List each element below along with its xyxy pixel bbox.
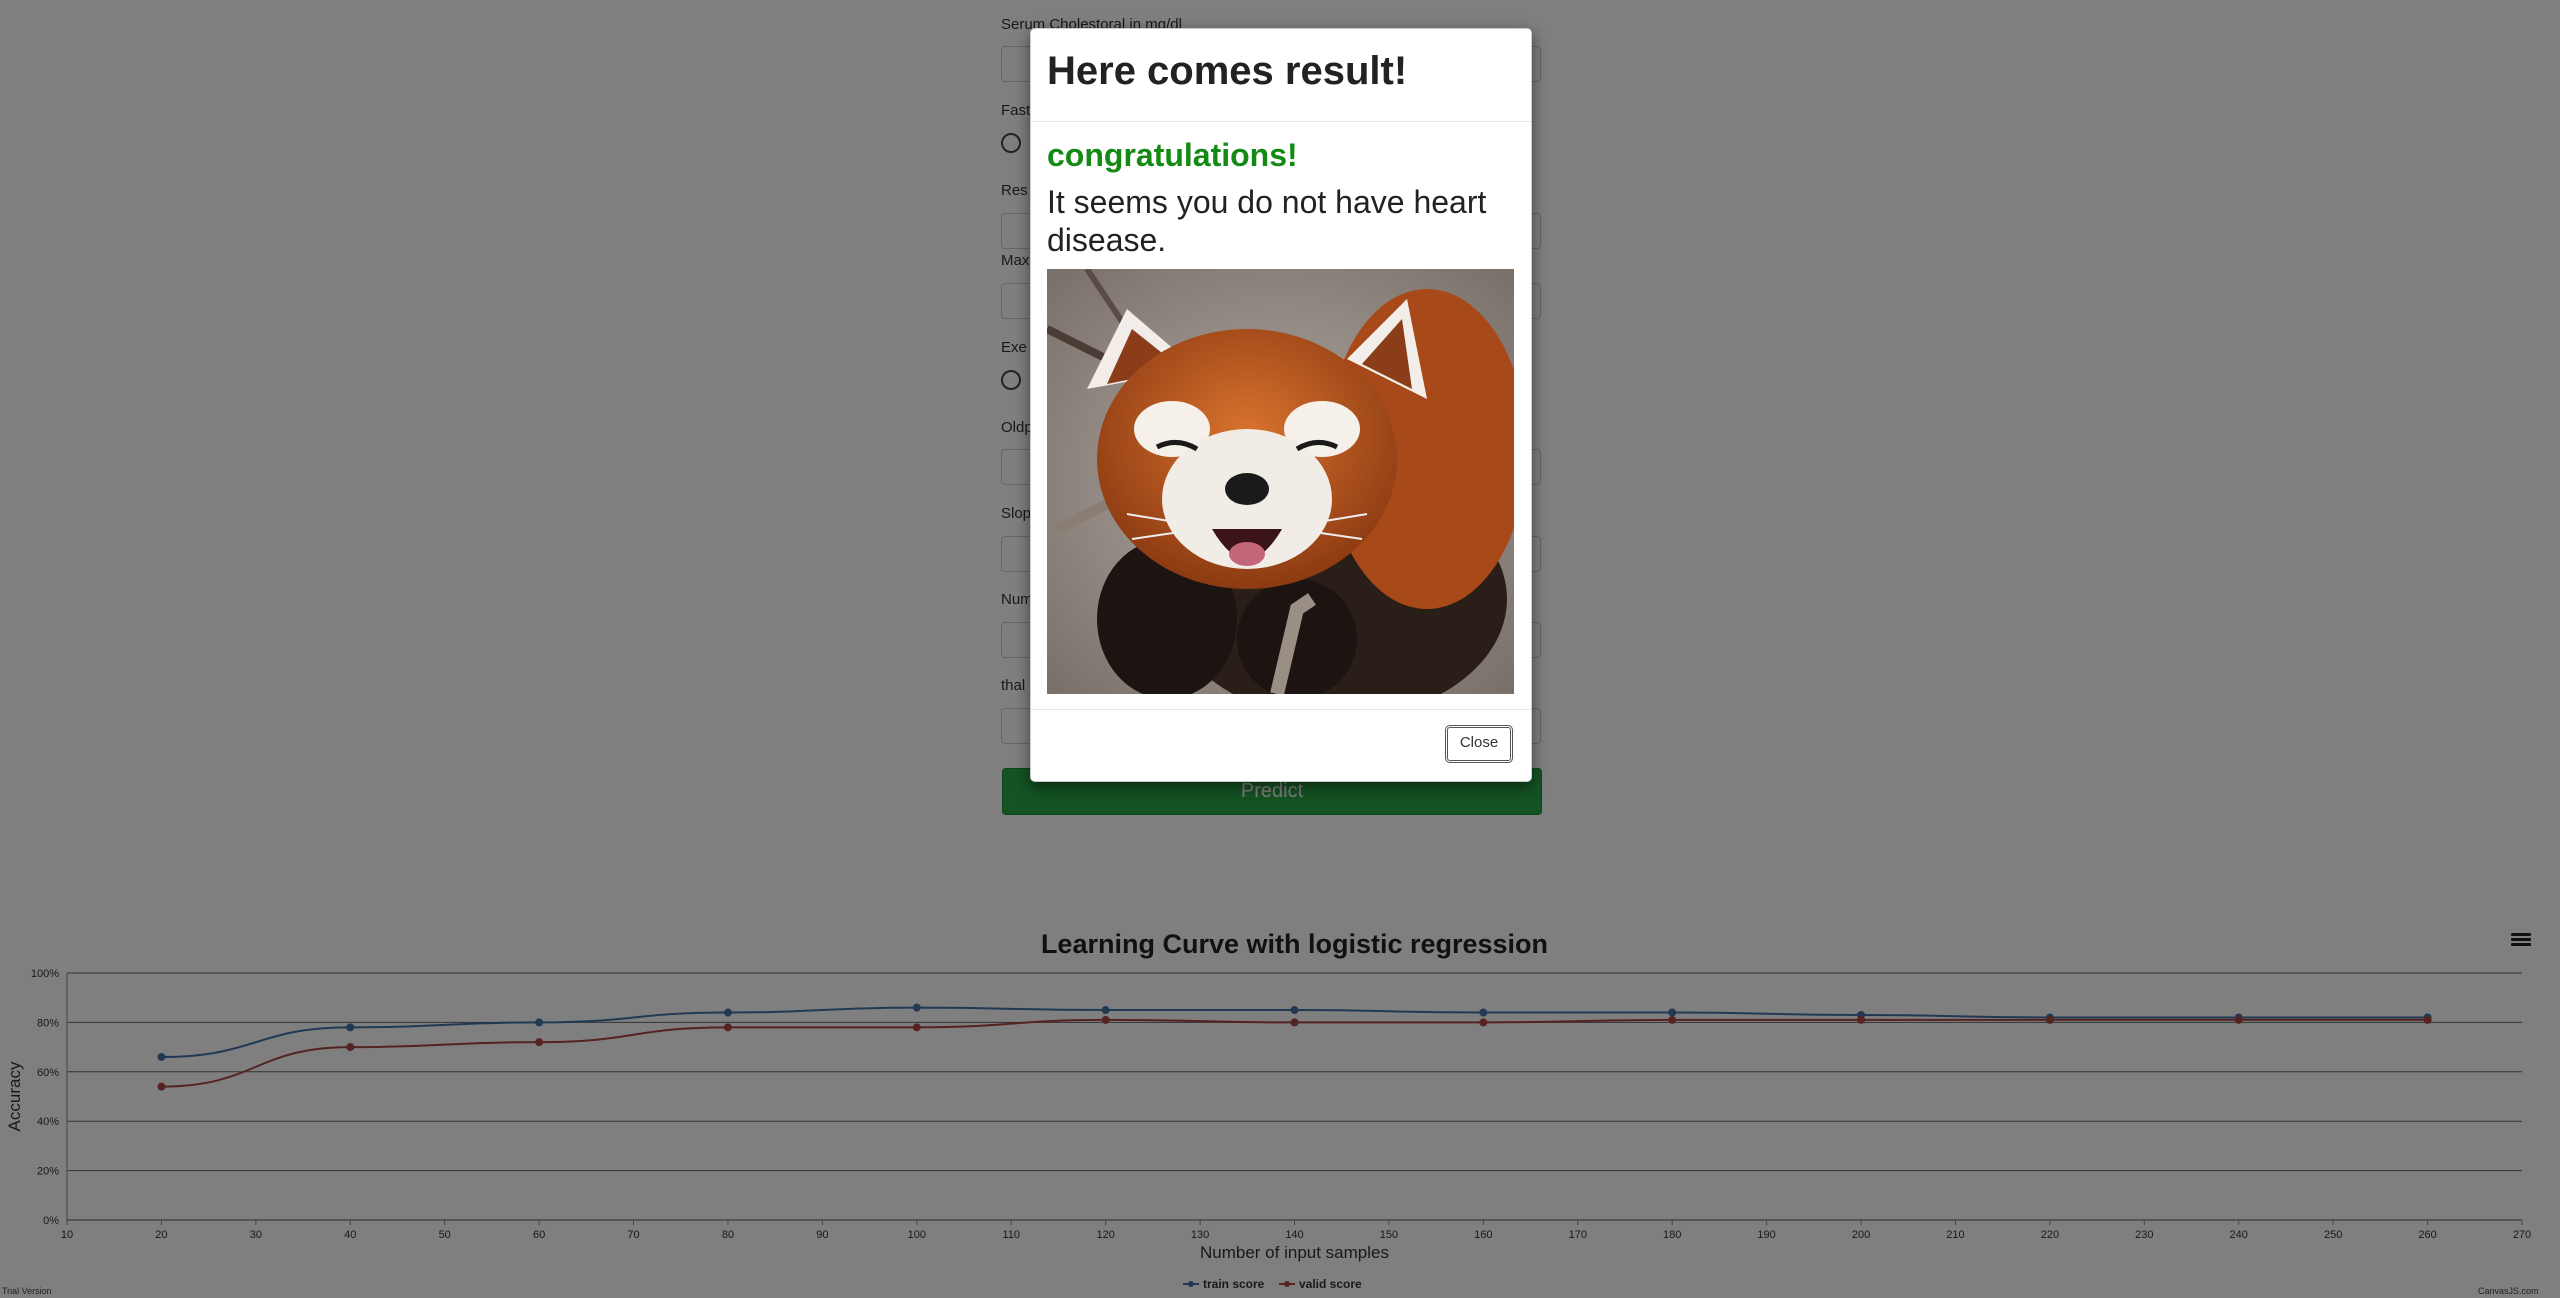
result-modal: Here comes result! congratulations! It s… (1030, 28, 1532, 782)
result-message: It seems you do not have heart disease. (1047, 184, 1487, 258)
modal-header: Here comes result! (1031, 29, 1531, 122)
close-button[interactable]: Close (1445, 725, 1513, 763)
congratulations-text: congratulations! (1047, 137, 1298, 173)
red-panda-image (1047, 269, 1514, 694)
modal-title: Here comes result! (1047, 49, 1408, 93)
modal-footer-divider (1031, 709, 1531, 710)
